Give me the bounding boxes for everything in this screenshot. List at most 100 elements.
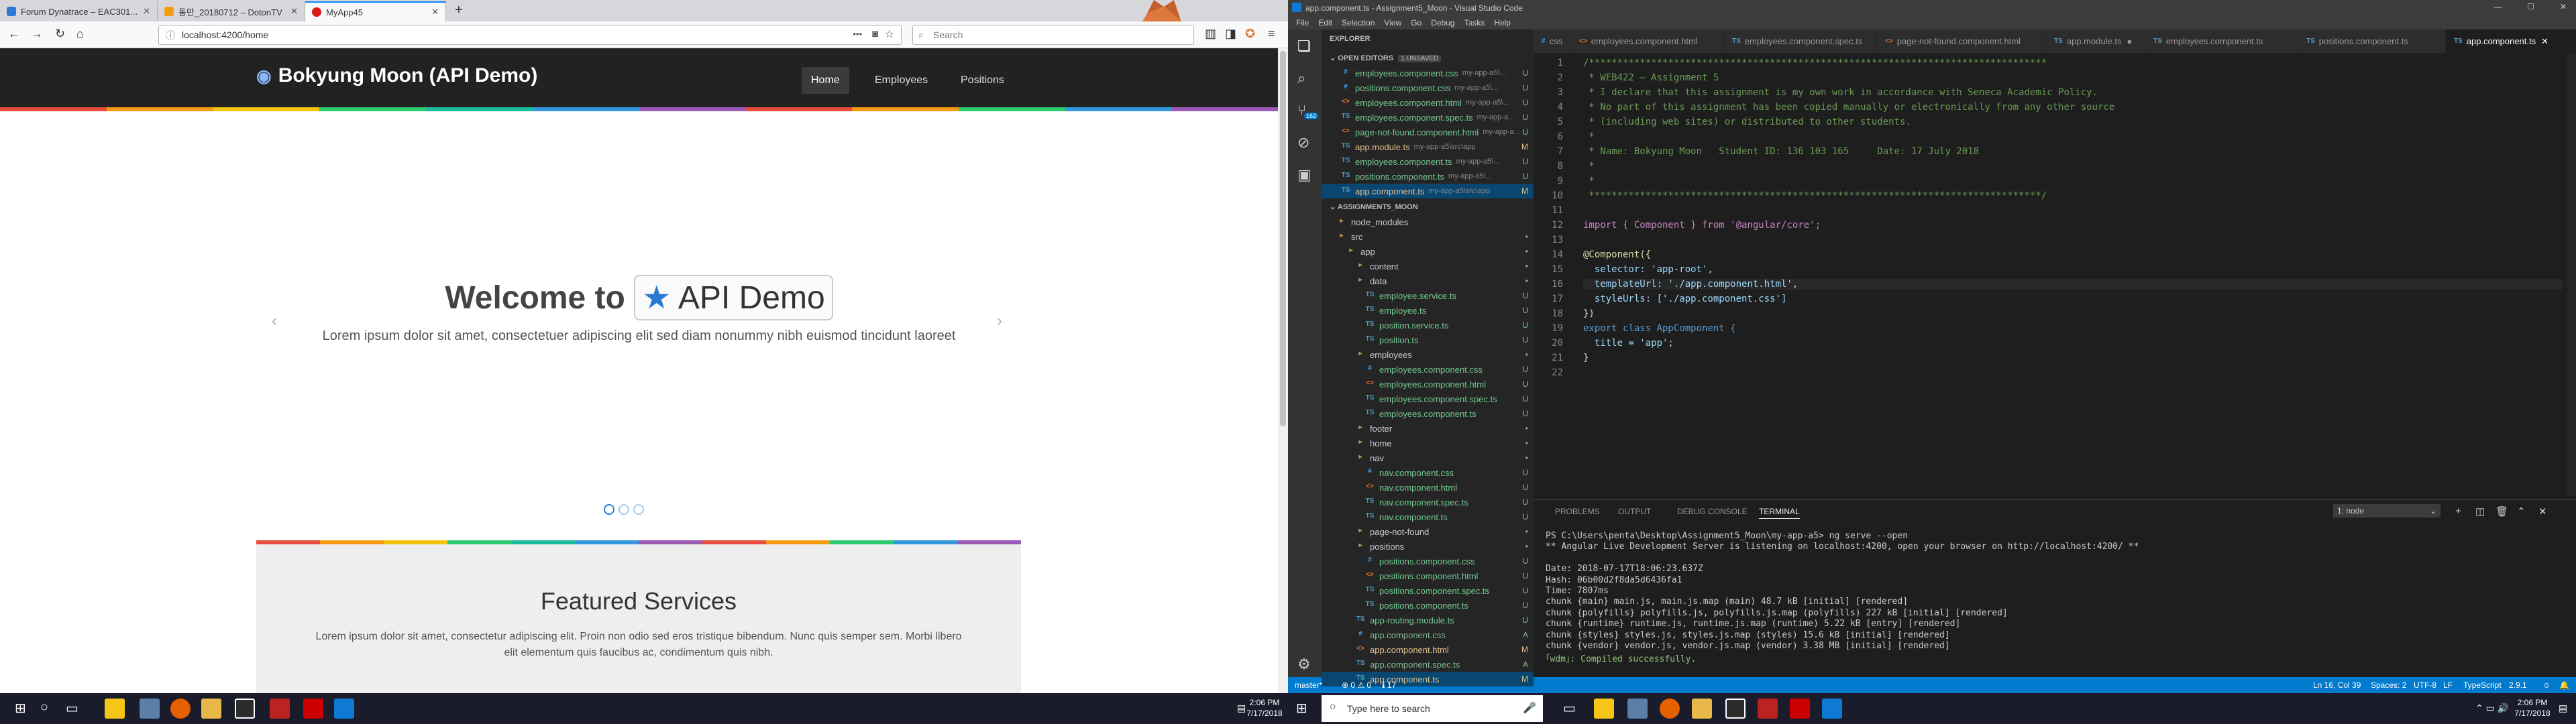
tray-icons[interactable]: ⌃ ▭ 🔊 — [2475, 703, 2509, 714]
vscode-taskbar-icon[interactable] — [1822, 699, 1842, 719]
debug-icon[interactable]: ⊘ — [1297, 134, 1309, 152]
maximize-panel-icon[interactable]: ⌃ — [2517, 505, 2526, 518]
extensions-icon[interactable]: ▣ — [1297, 166, 1311, 184]
search-icon[interactable]: ○ — [40, 700, 48, 715]
clock-right[interactable]: 2:06 PM 7/17/2018 — [2509, 697, 2556, 719]
new-terminal-icon[interactable]: + — [2455, 505, 2461, 517]
editor-tab[interactable]: TS employees.component.spec.ts — [1724, 29, 1877, 53]
file-item[interactable]: # employees.component.css U — [1322, 362, 1534, 377]
open-editor-item[interactable]: # positions.component.css my-app-a5\... U — [1322, 80, 1534, 95]
kakaotalk-icon[interactable] — [1594, 699, 1614, 719]
task-view-icon[interactable]: ▭ — [1563, 700, 1576, 717]
windows-start-icon[interactable]: ⊞ — [1296, 700, 1307, 717]
open-editor-item[interactable]: <> page-not-found.component.html my-app-a.… — [1322, 125, 1534, 139]
file-item[interactable]: TS app-routing.module.ts U — [1322, 613, 1534, 627]
microphone-icon[interactable]: 🎤 — [1523, 701, 1536, 715]
nav-employees[interactable]: Employees — [865, 67, 937, 94]
file-item[interactable]: TS nav.component.ts U — [1322, 509, 1534, 524]
folder-item[interactable]: ▸ content • — [1322, 259, 1534, 274]
carousel-dot[interactable] — [633, 504, 644, 515]
status-right-item[interactable]: 2.9.1 — [2509, 680, 2527, 690]
settings-gear-icon[interactable]: ⚙ — [1297, 656, 1311, 673]
browser-tab[interactable]: 동만_20180712 – DotonTV ✕ — [158, 1, 305, 21]
game-app-icon[interactable] — [270, 699, 290, 719]
home-icon[interactable]: ⌂ — [76, 27, 84, 41]
folder-item[interactable]: ▸ home • — [1322, 436, 1534, 450]
folder-item[interactable]: ▸ app • — [1322, 244, 1534, 259]
status-right-item[interactable]: UTF-8 — [2414, 680, 2436, 690]
folder-header[interactable]: ⌄ ASSIGNMENT5_MOON — [1330, 202, 1418, 211]
firefox-icon[interactable] — [170, 699, 191, 719]
open-editor-item[interactable]: # employees.component.css my-app-a5\... U — [1322, 66, 1534, 80]
url-bar[interactable]: ⓘ localhost:4200/home ••• ◙ ☆ — [158, 25, 902, 45]
app-icon[interactable] — [140, 699, 160, 719]
panel-tab-debug-console[interactable]: DEBUG CONSOLE — [1677, 507, 1748, 516]
vscode-taskbar-icon[interactable] — [334, 699, 354, 719]
close-tab-icon[interactable]: ✕ — [139, 6, 150, 17]
status-right-item[interactable]: Ln 16, Col 39 — [2313, 680, 2361, 690]
browser-tab[interactable]: Forum Dynatrace – EAC301... ✕ — [0, 1, 158, 21]
folder-item[interactable]: ▸ data • — [1322, 274, 1534, 288]
acrobat-icon[interactable] — [303, 699, 323, 719]
file-explorer-icon[interactable] — [201, 699, 221, 719]
open-editor-item[interactable]: <> employees.component.html my-app-a5\... U — [1322, 95, 1534, 110]
kakaotalk-icon[interactable] — [105, 699, 125, 719]
kill-terminal-icon[interactable]: 🗑 — [2496, 505, 2508, 518]
open-editor-item[interactable]: TS employees.component.spec.ts my-app-a...… — [1322, 110, 1534, 125]
carousel-dot[interactable] — [619, 504, 629, 515]
close-tab-icon[interactable]: ✕ — [427, 7, 439, 17]
editor-tab[interactable]: <> employees.component.html — [1571, 29, 1724, 53]
open-editors-header[interactable]: ⌄ OPEN EDITORS 1 UNSAVED — [1330, 54, 1442, 62]
file-item[interactable]: TS employee.ts U — [1322, 303, 1534, 318]
windows-start-icon[interactable]: ⊞ — [15, 700, 26, 717]
library-icon[interactable]: ▥ — [1205, 27, 1216, 41]
folder-item[interactable]: ▸ footer • — [1322, 421, 1534, 436]
open-editor-item[interactable]: TS employees.component.ts my-app-a5\... U — [1322, 154, 1534, 169]
hero-button[interactable]: ★ API Demo — [634, 275, 833, 320]
sidebar-icon[interactable]: ◨ — [1225, 27, 1236, 41]
file-item[interactable]: <> nav.component.html U — [1322, 480, 1534, 495]
nav-positions[interactable]: Positions — [951, 67, 1014, 94]
status-right-item[interactable]: 🔔 — [2559, 680, 2569, 690]
menu-item-debug[interactable]: Debug — [1431, 18, 1454, 27]
editor-tab[interactable]: TS app.module.ts ● — [2046, 29, 2145, 53]
browser-tab-active[interactable]: MyApp45 ✕ — [305, 1, 446, 21]
carousel-dot[interactable] — [604, 504, 614, 515]
editor-tab[interactable]: TS employees.component.ts — [2145, 29, 2298, 53]
editor-tab[interactable]: <> page-not-found.component.html — [1877, 29, 2046, 53]
pocket-icon[interactable]: ◙ — [872, 28, 878, 40]
close-panel-icon[interactable]: ✕ — [2538, 505, 2547, 518]
close-window-icon[interactable]: ✕ — [2560, 2, 2567, 11]
firefox-icon[interactable] — [1660, 699, 1680, 719]
new-tab-button[interactable]: + — [455, 3, 463, 18]
panel-tab-output[interactable]: OUTPUT — [1618, 507, 1651, 516]
editor-minimap-scrollbar[interactable] — [2567, 54, 2576, 496]
open-editor-item[interactable]: TS app.component.ts my-app-a5\src\app M — [1322, 184, 1534, 198]
action-center-icon[interactable]: ▤ — [2559, 703, 2567, 714]
file-item[interactable]: TS positions.component.ts U — [1322, 598, 1534, 613]
status-right-item[interactable]: ☺ — [2542, 680, 2551, 690]
game-app-icon[interactable] — [1758, 699, 1778, 719]
file-item[interactable]: TS employee.service.ts U — [1322, 288, 1534, 303]
file-item[interactable]: # positions.component.css U — [1322, 554, 1534, 568]
status-right-item[interactable]: LF — [2443, 680, 2453, 690]
menu-item-edit[interactable]: Edit — [1318, 18, 1332, 27]
open-editor-item[interactable]: TS positions.component.ts my-app-a5\... U — [1322, 169, 1534, 184]
file-explorer-icon[interactable] — [1692, 699, 1712, 719]
forward-icon[interactable]: → — [31, 27, 43, 41]
reload-icon[interactable]: ↻ — [55, 27, 65, 41]
scrollbar-thumb[interactable] — [1280, 51, 1286, 426]
page-actions-icon[interactable]: ••• — [853, 29, 862, 39]
nav-home[interactable]: Home — [802, 67, 849, 94]
file-item[interactable]: # app.component.css A — [1322, 627, 1534, 642]
open-editor-item[interactable]: TS app.module.ts my-app-a5\src\app M — [1322, 139, 1534, 154]
search-bar[interactable]: ⌕ Search — [912, 25, 1194, 45]
file-item[interactable]: # nav.component.css U — [1322, 465, 1534, 480]
file-item[interactable]: <> positions.component.html U — [1322, 568, 1534, 583]
folder-item[interactable]: ▸ page-not-found • — [1322, 524, 1534, 539]
bookmark-star-icon[interactable]: ☆ — [885, 27, 894, 41]
carousel-prev-icon[interactable]: ‹ — [272, 312, 277, 330]
file-item[interactable]: TS app.component.spec.ts A — [1322, 657, 1534, 672]
tab-dirty-icon[interactable]: ● — [2127, 36, 2132, 46]
file-item[interactable]: <> employees.component.html U — [1322, 377, 1534, 391]
